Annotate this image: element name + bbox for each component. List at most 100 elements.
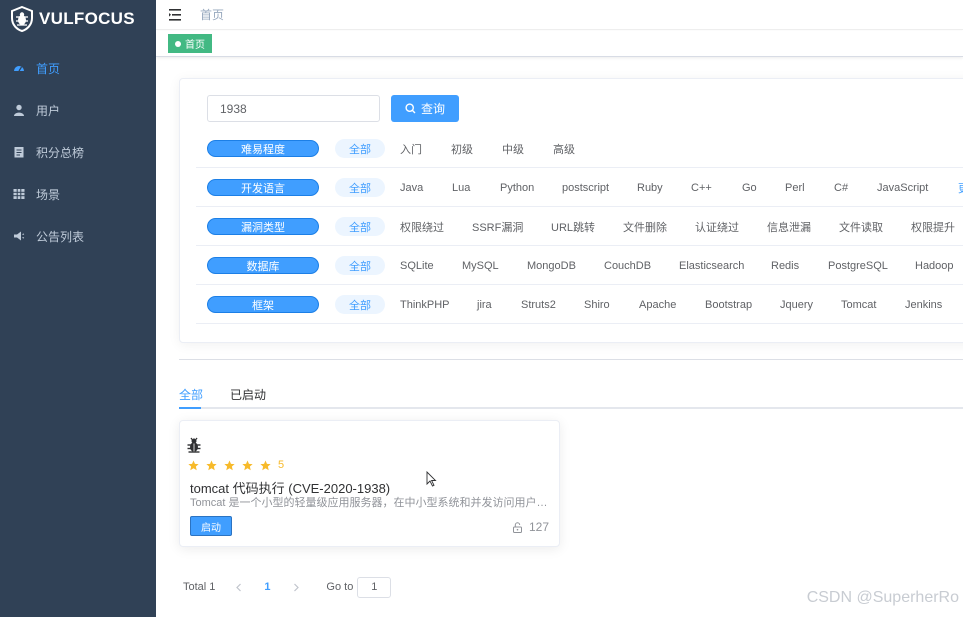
tab-all[interactable]: 全部 (179, 386, 203, 403)
logo[interactable]: VULFOCUS (0, 0, 156, 38)
shield-bug-icon (11, 6, 33, 32)
filter-row-vuln-type: 漏洞类型 全部 权限绕过 SSRF漏洞 URL跳转 文件删除 认证绕过 信息泄漏… (196, 207, 963, 246)
filter-all-button[interactable]: 全部 (335, 217, 385, 236)
filter-more-link[interactable]: 更 (958, 178, 963, 197)
page-number[interactable]: 1 (249, 581, 285, 593)
tab-started[interactable]: 已启动 (230, 386, 266, 403)
sidebar-item-users[interactable]: 用户 (0, 89, 156, 131)
sidebar-item-announcements[interactable]: 公告列表 (0, 215, 156, 257)
filter-option[interactable]: Hadoop (915, 256, 954, 275)
sidebar-item-label: 首页 (36, 61, 61, 76)
filter-option[interactable]: Shiro (584, 295, 610, 314)
filter-row-framework: 框架 全部 ThinkPHP jira Struts2 Shiro Apache… (196, 285, 963, 324)
next-page-icon[interactable] (285, 576, 307, 598)
tag-label: 首页 (185, 40, 205, 51)
filter-all-button[interactable]: 全部 (335, 139, 385, 158)
filter-option[interactable]: Lua (452, 178, 470, 197)
sidebar-item-label: 公告列表 (36, 229, 85, 244)
filter-option[interactable]: 入门 (400, 139, 422, 158)
search-input[interactable] (207, 95, 380, 122)
filter-option[interactable]: 高级 (553, 139, 575, 158)
sidebar-item-label: 积分总榜 (36, 145, 85, 160)
filter-option[interactable]: 初级 (451, 139, 473, 158)
goto-page-input[interactable] (357, 576, 392, 598)
filter-option[interactable]: Go (742, 178, 757, 197)
hamburger-icon[interactable] (169, 8, 183, 22)
filter-option[interactable]: Python (500, 178, 534, 197)
filter-option[interactable]: C++ (691, 178, 712, 197)
search-button[interactable]: 查询 (391, 95, 459, 122)
star-icon (260, 459, 271, 470)
tabs: 全部 已启动 (179, 382, 963, 409)
filter-option[interactable]: 中级 (502, 139, 524, 158)
prev-page-icon[interactable] (227, 576, 249, 598)
filter-option[interactable]: Java (400, 178, 423, 197)
filter-all-button[interactable]: 全部 (335, 256, 385, 275)
search-button-label: 查询 (420, 102, 445, 116)
pagination-total: Total 1 (183, 581, 216, 593)
watermark: CSDN @SuperherRo (806, 589, 959, 606)
clipboard-icon (13, 146, 25, 158)
filter-option[interactable]: Perl (785, 178, 805, 197)
filter-option[interactable]: 权限提升 (911, 217, 955, 236)
sidebar-item-leaderboard[interactable]: 积分总榜 (0, 131, 156, 173)
star-icon (188, 459, 199, 470)
pagination: Total 1 1 Go to (183, 576, 392, 598)
filter-option[interactable]: ThinkPHP (400, 295, 450, 314)
filter-option[interactable]: postscript (562, 178, 609, 197)
filter-option[interactable]: 信息泄漏 (767, 217, 811, 236)
filter-option[interactable]: Jquery (780, 295, 813, 314)
filter-row-language: 开发语言 全部 Java Lua Python postscript Ruby … (196, 168, 963, 207)
filter-option[interactable]: PostgreSQL (828, 256, 888, 275)
star-icon (242, 459, 253, 470)
sidebar-item-home[interactable]: 首页 (0, 47, 156, 89)
filter-row-database: 数据库 全部 SQLite MySQL MongoDB CouchDB Elas… (196, 246, 963, 285)
filter-option[interactable]: Tomcat (841, 295, 876, 314)
mouse-cursor-icon (426, 471, 437, 487)
filter-option[interactable]: Apache (639, 295, 676, 314)
navbar: 首页 (156, 0, 963, 30)
filter-option[interactable]: 权限绕过 (400, 217, 444, 236)
search-icon (405, 103, 416, 114)
filter-option[interactable]: 认证绕过 (695, 217, 739, 236)
unlock-icon (512, 521, 522, 533)
filter-all-button[interactable]: 全部 (335, 178, 385, 197)
user-icon (13, 104, 25, 116)
filter-option[interactable]: Redis (771, 256, 799, 275)
launch-count: 127 (512, 520, 549, 534)
filter-option[interactable]: URL跳转 (551, 217, 595, 236)
filter-option[interactable]: 文件删除 (623, 217, 667, 236)
bug-icon (186, 437, 202, 453)
filter-option[interactable]: jira (477, 295, 492, 314)
filter-option[interactable]: Struts2 (521, 295, 556, 314)
filter-label: 框架 (207, 296, 319, 313)
filter-option[interactable]: SQLite (400, 256, 434, 275)
vuln-card[interactable]: 5 tomcat 代码执行 (CVE-2020-1938) Tomcat 是一个… (179, 420, 560, 547)
filter-option[interactable]: MongoDB (527, 256, 576, 275)
sidebar: VULFOCUS 首页 用户 积分总榜 场景 公告列表 (0, 0, 156, 617)
sidebar-item-label: 用户 (36, 103, 61, 118)
filter-all-button[interactable]: 全部 (335, 295, 385, 314)
star-icon (206, 459, 217, 470)
goto-label: Go to (326, 581, 354, 593)
star-icon (224, 459, 235, 470)
sidebar-item-scenes[interactable]: 场景 (0, 173, 156, 215)
filter-label: 难易程度 (207, 140, 319, 157)
start-button[interactable]: 启动 (190, 516, 232, 536)
filter-option[interactable]: Ruby (637, 178, 663, 197)
sidebar-item-label: 场景 (36, 187, 61, 202)
tag-home[interactable]: 首页 (168, 34, 212, 53)
filter-option[interactable]: MySQL (462, 256, 499, 275)
filter-option[interactable]: SSRF漏洞 (472, 217, 523, 236)
filter-option[interactable]: CouchDB (604, 256, 651, 275)
card-description: Tomcat 是一个小型的轻量级应用服务器，在中小型系统和并发访问用户不是很多.… (190, 497, 552, 509)
filter-option[interactable]: Elasticsearch (679, 256, 744, 275)
filter-option[interactable]: 文件读取 (839, 217, 883, 236)
filter-label: 漏洞类型 (207, 218, 319, 235)
filter-option[interactable]: JavaScript (877, 178, 928, 197)
filter-option[interactable]: C# (834, 178, 848, 197)
breadcrumb: 首页 (200, 8, 225, 22)
filter-label: 开发语言 (207, 179, 319, 196)
filter-option[interactable]: Bootstrap (705, 295, 752, 314)
filter-option[interactable]: Jenkins (905, 295, 942, 314)
